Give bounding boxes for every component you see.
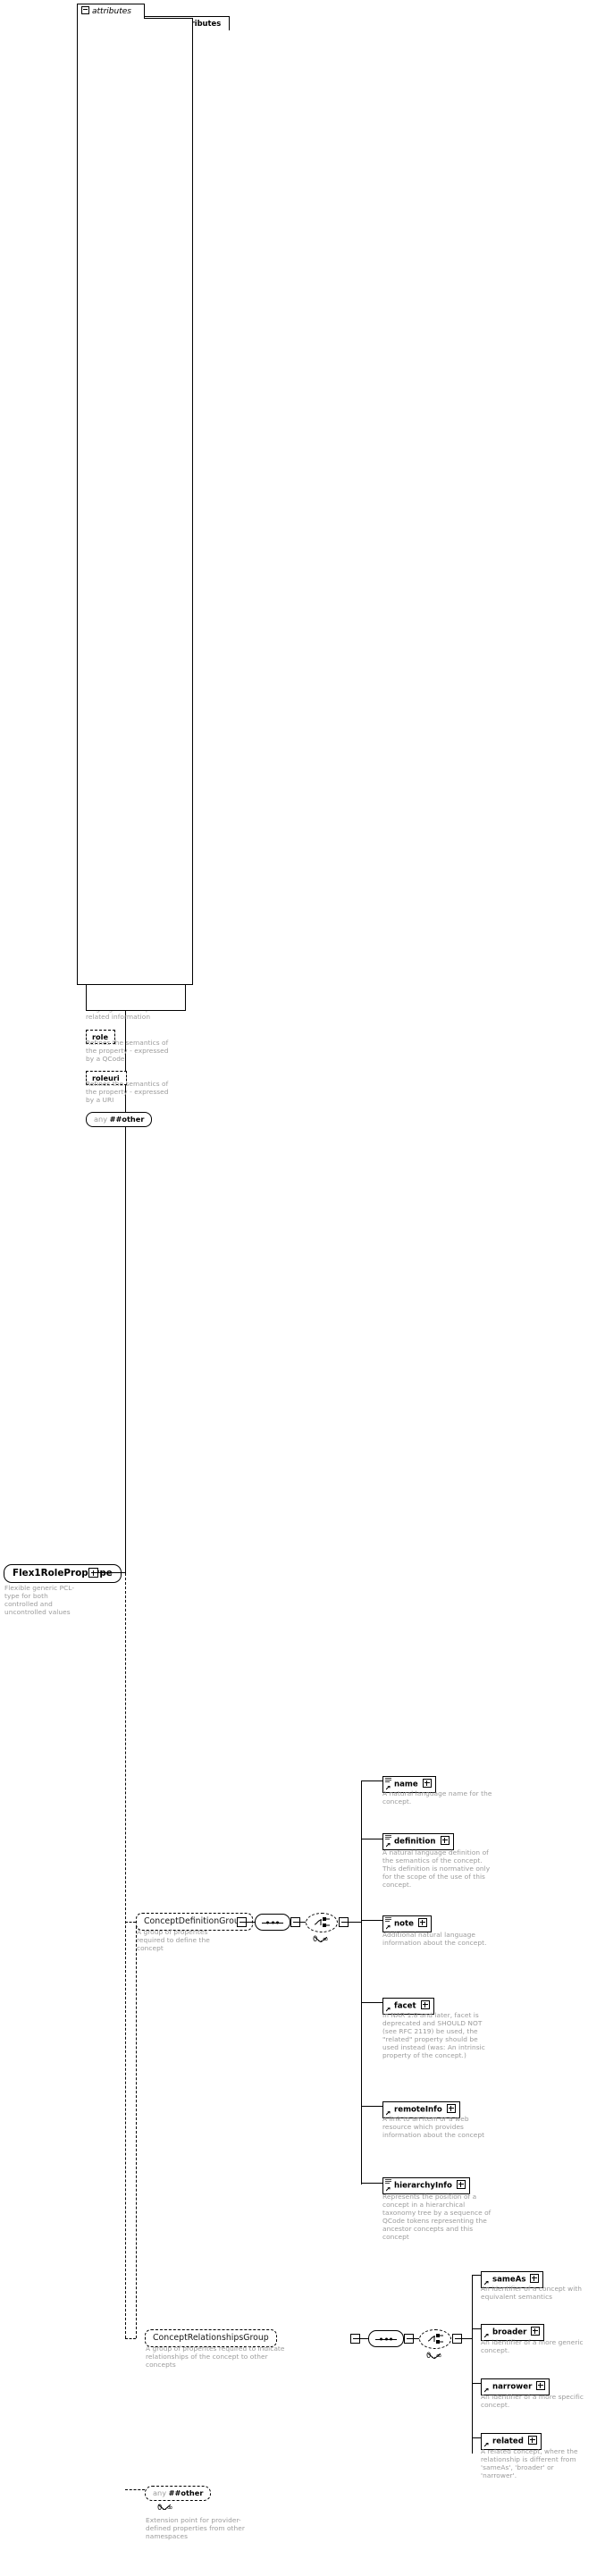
attribute-role-doc: Refines the semantics of the property - … <box>86 1039 169 1064</box>
connector-seq-to-choice-rel <box>412 2338 419 2339</box>
any-namespace: ##other <box>109 1115 145 1124</box>
expand-plus-icon[interactable] <box>422 1778 432 1788</box>
element-remoteinfo-label: remoteInfo <box>394 2105 442 2114</box>
connector-stub <box>77 1572 78 1573</box>
attributes-arrow-icon <box>385 1843 390 1848</box>
element-name-label: name <box>394 1780 418 1789</box>
element-definition[interactable]: definition <box>382 1830 455 1852</box>
element-note[interactable]: note <box>382 1912 433 1934</box>
element-related-doc: A related concept, where the relationshi… <box>481 2447 578 2480</box>
connector-content-branch-vertical <box>136 1922 137 2338</box>
element-hierarchyinfo-doc: Represents the position of a concept in … <box>382 2193 492 2242</box>
element-facet-label: facet <box>394 2001 416 2010</box>
cardinality-relationships: 0..∞ <box>426 2351 442 2360</box>
attributes-panel-tab[interactable]: attributes <box>77 4 145 19</box>
connector-defgroup-to-seq <box>245 1922 255 1923</box>
element-broader-label: broader <box>492 2328 527 2336</box>
content-any-other[interactable]: any ##other <box>145 2482 214 2503</box>
sequence-compositor-relationships[interactable] <box>368 2330 406 2349</box>
element-sameas-label: sameAs <box>492 2275 526 2284</box>
attributes-panel-body <box>77 18 193 985</box>
connector-to-conceptrelgroup <box>125 2338 136 2339</box>
collapse-minus-icon[interactable] <box>81 6 89 14</box>
connector-seq-to-choice-def <box>298 1922 306 1923</box>
element-hierarchyinfo-label: hierarchyInfo <box>394 2181 452 2190</box>
connector-to-hierarchyinfo <box>361 2183 382 2184</box>
connector-choice-def-out <box>347 1922 361 1923</box>
element-definition-label: definition <box>394 1837 436 1846</box>
element-remoteinfo-doc: A link to an item or a web resource whic… <box>382 2115 485 2140</box>
element-note-label: note <box>394 1919 414 1928</box>
expand-plus-icon[interactable] <box>527 2435 537 2445</box>
expand-plus-icon[interactable] <box>420 1999 430 2009</box>
attributes-any-other[interactable]: any ##other <box>86 1108 155 1129</box>
expand-plus-icon[interactable] <box>446 2103 456 2113</box>
element-note-doc: Additional natural language information … <box>382 1931 487 1948</box>
text-lines-icon <box>385 1917 391 1922</box>
connector-to-name <box>361 1780 382 1781</box>
element-name-doc: A natural language name for the concept. <box>382 1789 492 1806</box>
connector-to-note <box>361 1920 382 1921</box>
cardinality-definition: 0..∞ <box>313 1934 329 1943</box>
content-any-other-doc: Extension point for provider-defined pro… <box>146 2516 245 2541</box>
connector-root-to-branch <box>97 1572 125 1573</box>
connector-to-facet <box>361 2002 382 2003</box>
connector-def-children-spine-2 <box>361 2104 362 2185</box>
connector-choice-rel-out <box>460 2338 472 2339</box>
connector-rel-children-spine <box>472 2275 473 2454</box>
connector-to-conceptdefgroup <box>125 1922 136 1923</box>
text-lines-icon <box>385 1835 391 1839</box>
group-ref-ConceptDefinitionGroup-doc: A group of properites required to define… <box>137 1928 210 1953</box>
expand-plus-icon[interactable] <box>417 1917 427 1927</box>
any-keyword: any <box>94 1115 108 1124</box>
cardinality-any: 0..∞ <box>157 2503 173 2512</box>
expand-plus-icon[interactable] <box>440 1835 450 1845</box>
connector-def-children-spine <box>361 1780 362 2104</box>
element-sameas-doc: An identifier of a concept with equivale… <box>481 2285 583 2302</box>
attributes-panel: attributes <box>77 0 193 985</box>
element-hierarchyinfo[interactable]: hierarchyInfo <box>382 2174 472 2196</box>
root-type-label: Flex1RolePropType <box>4 1564 123 1585</box>
element-definition-doc: A natural language definition of the sem… <box>382 1848 491 1890</box>
any-namespace: ##other <box>168 2488 204 2497</box>
attributes-arrow-icon <box>385 2187 390 2192</box>
root-type-doc: Flexible generic PCL-type for both contr… <box>4 1584 75 1617</box>
attribute-roleuri-doc: Refines the semantics of the property - … <box>86 1080 169 1105</box>
element-related-label: related <box>492 2437 524 2446</box>
connector-relgroup-to-seq <box>358 2338 368 2339</box>
connector-to-any <box>125 2489 145 2490</box>
element-broader-doc: An identifier of a more generic concept. <box>481 2338 584 2355</box>
group-ref-ConceptRelationshipsGroup-doc: A group of properites required to indica… <box>146 2344 285 2370</box>
connector-to-remoteinfo <box>361 2106 382 2107</box>
sequence-compositor-definition[interactable] <box>255 1914 292 1932</box>
attributes-panel-label: attributes <box>92 7 131 16</box>
expand-plus-icon[interactable] <box>536 2380 546 2390</box>
attributes-any-other-box: any ##other <box>86 1112 155 1129</box>
expand-plus-icon[interactable] <box>531 2326 541 2336</box>
content-any-other-box: any ##other <box>145 2486 214 2503</box>
text-lines-icon <box>385 1778 391 1782</box>
element-facet-doc: In NAR 1.8 and later, facet is deprecate… <box>382 2011 485 2060</box>
text-lines-icon <box>385 2179 391 2184</box>
expand-plus-icon[interactable] <box>456 2179 466 2189</box>
expand-plus-icon[interactable] <box>530 2273 540 2283</box>
element-narrower-label: narrower <box>492 2382 533 2391</box>
attributes-arrow-icon <box>385 1925 390 1930</box>
element-narrower-doc: An identifier of a more specific concept… <box>481 2393 584 2410</box>
connector-content-vertical <box>125 1573 126 2338</box>
